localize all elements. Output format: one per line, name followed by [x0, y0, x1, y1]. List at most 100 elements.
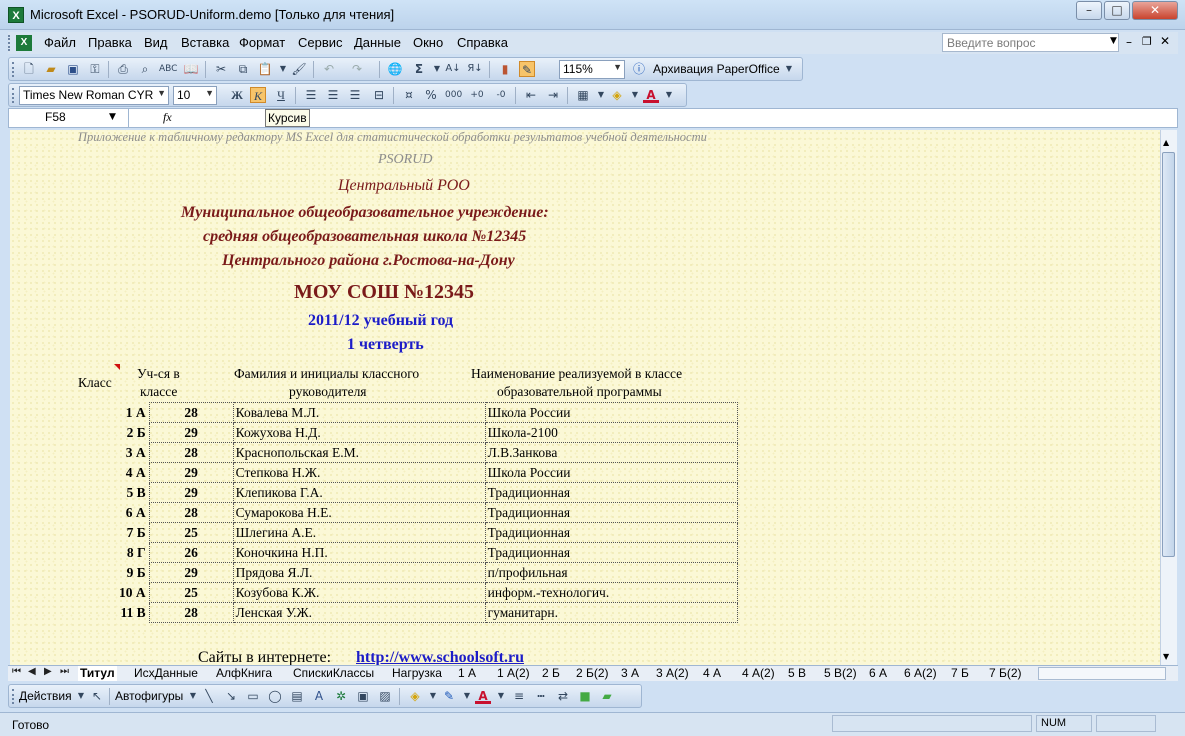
count-cell[interactable]: 29: [148, 482, 234, 503]
maximize-button[interactable]: □: [1104, 1, 1130, 20]
autoshapes-dropdown-icon[interactable]: ▼: [185, 688, 201, 704]
save-icon[interactable]: ▣: [65, 61, 81, 77]
wordart-icon[interactable]: A: [311, 688, 327, 704]
class-cell[interactable]: 11 В: [117, 603, 149, 623]
rectangle-icon[interactable]: ▭: [245, 688, 261, 704]
menu-data[interactable]: Данные: [354, 35, 401, 50]
line-style-icon[interactable]: ≡: [511, 688, 527, 704]
toolbar-grip[interactable]: [12, 689, 15, 704]
font-select[interactable]: Times New Roman CYR ▼: [19, 86, 169, 105]
hyperlink-icon[interactable]: 🌐: [387, 61, 403, 77]
sheet-tab[interactable]: АлфКнига: [214, 666, 274, 681]
count-cell[interactable]: 25: [148, 582, 234, 603]
bold-icon[interactable]: Ж: [229, 87, 245, 103]
sheet-tab[interactable]: СпискиКлассы: [291, 666, 376, 681]
toolbar-grip[interactable]: [12, 88, 15, 103]
help-icon[interactable]: ⓘ: [631, 61, 647, 77]
font-color-dropdown-icon[interactable]: ▼: [661, 87, 677, 103]
sort-desc-icon[interactable]: Я↓: [467, 61, 483, 77]
menu-view[interactable]: Вид: [144, 35, 168, 50]
font-color-dropdown-icon[interactable]: ▼: [493, 688, 509, 704]
workbook-icon[interactable]: X: [16, 35, 32, 51]
count-cell[interactable]: 28: [148, 502, 234, 523]
teacher-cell[interactable]: Прядова Я.Л.: [232, 562, 486, 583]
class-cell[interactable]: 7 Б: [117, 523, 149, 543]
sheet-tab[interactable]: 3 А(2): [654, 666, 691, 681]
print-preview-icon[interactable]: ⌕: [137, 61, 153, 77]
teacher-cell[interactable]: Степкова Н.Ж.: [232, 462, 486, 483]
sheet-tab[interactable]: 2 Б(2): [574, 666, 611, 681]
formula-input[interactable]: [179, 109, 1169, 127]
sheet-tab[interactable]: 5 В: [786, 666, 808, 681]
teacher-cell[interactable]: Кожухова Н.Д.: [232, 422, 486, 443]
align-left-icon[interactable]: ☰: [303, 87, 319, 103]
minimize-button[interactable]: –: [1076, 1, 1102, 20]
sort-asc-icon[interactable]: A↓: [445, 61, 461, 77]
archive-dropdown-icon[interactable]: ▼: [781, 61, 797, 77]
research-icon[interactable]: 📖: [183, 61, 199, 77]
count-cell[interactable]: 28: [148, 402, 234, 423]
class-cell[interactable]: 10 А: [117, 583, 149, 603]
count-cell[interactable]: 28: [148, 602, 234, 623]
sheet-tab[interactable]: 7 Б: [949, 666, 971, 681]
class-cell[interactable]: 1 А: [117, 403, 149, 423]
borders-icon[interactable]: ▦: [575, 87, 591, 103]
actions-dropdown-icon[interactable]: ▼: [73, 688, 89, 704]
close-button[interactable]: ✕: [1132, 1, 1178, 20]
clipart-icon[interactable]: ▣: [355, 688, 371, 704]
prev-sheet-icon[interactable]: ◀: [28, 666, 36, 677]
align-center-icon[interactable]: ☰: [325, 87, 341, 103]
increase-indent-icon[interactable]: ⇥: [545, 87, 561, 103]
autosum-icon[interactable]: Σ: [411, 61, 427, 77]
fill-color-icon[interactable]: ◈: [407, 688, 423, 704]
teacher-cell[interactable]: Сумарокова Н.Е.: [232, 502, 486, 523]
merge-center-icon[interactable]: ⊟: [371, 87, 387, 103]
thousands-icon[interactable]: 000: [445, 87, 462, 103]
program-cell[interactable]: Школа-2100: [484, 422, 738, 443]
fill-dropdown-icon[interactable]: ▼: [627, 87, 643, 103]
scroll-up-icon[interactable]: ▲: [1163, 138, 1169, 147]
menu-help[interactable]: Справка: [457, 35, 508, 50]
last-sheet-icon[interactable]: ⏭: [60, 666, 69, 677]
teacher-cell[interactable]: Шлегина А.Е.: [232, 522, 486, 543]
sheet-tab[interactable]: 1 А: [456, 666, 478, 681]
shadow-icon[interactable]: ■: [577, 688, 593, 704]
count-cell[interactable]: 28: [148, 442, 234, 463]
font-color-icon[interactable]: A: [475, 688, 491, 704]
font-color-icon[interactable]: A: [643, 87, 659, 103]
class-cell[interactable]: 4 А: [117, 463, 149, 483]
menu-tools[interactable]: Сервис: [298, 35, 343, 50]
paste-dropdown-icon[interactable]: ▼: [275, 61, 291, 77]
program-cell[interactable]: Школа России: [484, 402, 738, 423]
sheet-tab[interactable]: ИсхДанные: [132, 666, 200, 681]
new-icon[interactable]: 🗋: [21, 61, 37, 77]
print-icon[interactable]: ⎙: [115, 61, 131, 77]
sheet-tab[interactable]: 4 А(2): [740, 666, 777, 681]
class-cell[interactable]: 3 А: [117, 443, 149, 463]
sheet-tab[interactable]: 4 А: [701, 666, 723, 681]
sheet-tab[interactable]: 6 А: [867, 666, 889, 681]
doc-minimize-icon[interactable]: –: [1126, 35, 1132, 49]
borders-dropdown-icon[interactable]: ▼: [593, 87, 609, 103]
count-cell[interactable]: 26: [148, 542, 234, 563]
teacher-cell[interactable]: Козубова К.Ж.: [232, 582, 486, 603]
drawing-icon[interactable]: ✎: [519, 61, 535, 77]
first-sheet-icon[interactable]: ⏮: [12, 666, 21, 677]
comment-indicator-icon[interactable]: [114, 364, 120, 370]
sheet-tab[interactable]: 6 А(2): [902, 666, 939, 681]
align-right-icon[interactable]: ☰: [347, 87, 363, 103]
percent-icon[interactable]: %: [423, 87, 439, 103]
font-size-select[interactable]: 10 ▼: [173, 86, 217, 105]
increase-decimal-icon[interactable]: +0: [469, 87, 485, 103]
count-cell[interactable]: 25: [148, 522, 234, 543]
menu-format[interactable]: Формат: [239, 35, 285, 50]
permission-icon[interactable]: ⚿: [87, 61, 103, 77]
help-dropdown-icon[interactable]: ▼: [1110, 36, 1117, 46]
menu-file[interactable]: Файл: [44, 35, 76, 50]
doc-close-icon[interactable]: ✕: [1160, 34, 1170, 48]
program-cell[interactable]: информ.-технологич.: [484, 582, 738, 603]
sheet-tab[interactable]: 7 Б(2): [987, 666, 1024, 681]
class-cell[interactable]: 2 Б: [117, 423, 149, 443]
fill-dropdown-icon[interactable]: ▼: [425, 688, 441, 704]
teacher-cell[interactable]: Ковалева М.Л.: [232, 402, 486, 423]
